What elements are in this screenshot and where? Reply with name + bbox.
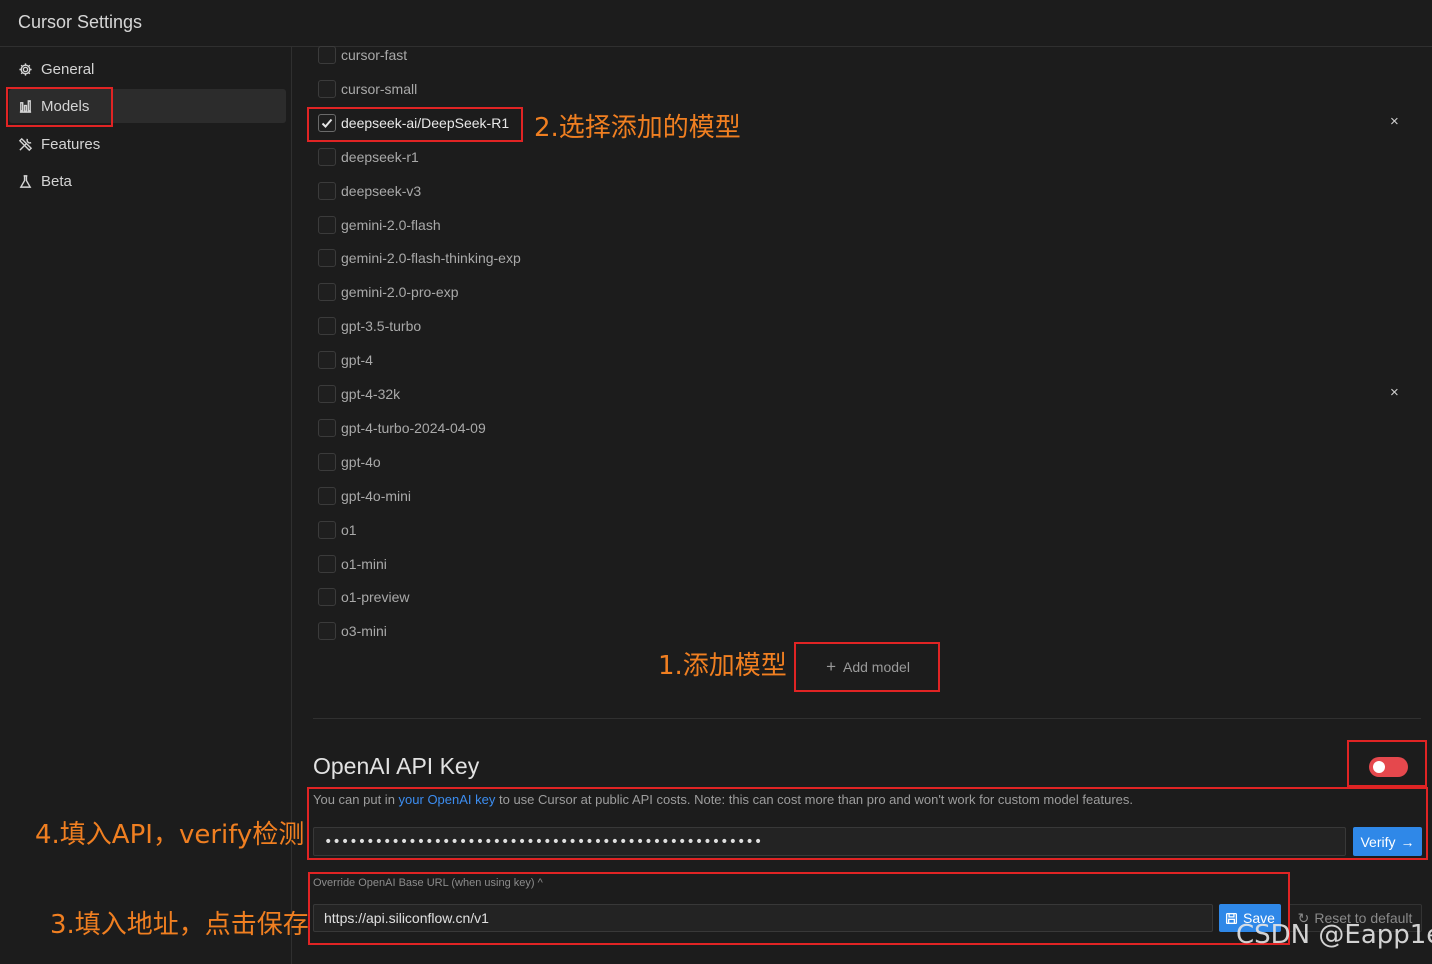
api-key-input[interactable] — [313, 827, 1346, 856]
model-checkbox[interactable] — [318, 452, 336, 471]
model-item[interactable]: deepseek-v3 — [318, 181, 421, 201]
model-item[interactable]: gemini-2.0-flash-thinking-exp — [318, 248, 521, 268]
sidebar-item-label: General — [41, 60, 95, 78]
section-title-openai: OpenAI API Key — [313, 753, 480, 779]
model-checkbox[interactable] — [318, 215, 336, 234]
model-label: deepseek-ai/DeepSeek-R1 — [341, 114, 510, 131]
model-checkbox[interactable] — [318, 79, 336, 98]
model-item[interactable]: gpt-4-turbo-2024-04-09 — [318, 418, 486, 438]
model-item[interactable]: o3-mini — [318, 621, 387, 641]
checkmark-icon — [321, 118, 333, 128]
sidebar-item-models[interactable]: Models — [9, 89, 286, 123]
sidebar-item-beta[interactable]: Beta — [9, 164, 286, 198]
window-title: Cursor Settings — [18, 12, 143, 32]
model-label: gpt-4 — [341, 352, 373, 369]
model-item[interactable]: gpt-4o-mini — [318, 486, 411, 506]
gear-icon — [18, 62, 33, 77]
model-checkbox[interactable] — [318, 385, 336, 403]
model-label: gpt-4o — [341, 453, 381, 470]
description-prefix: You can put in — [313, 792, 399, 807]
model-item[interactable]: gemini-2.0-pro-exp — [318, 282, 459, 302]
add-model-button[interactable]: + Add model — [806, 654, 930, 680]
sidebar-item-label: Models — [41, 97, 90, 115]
watermark: CSDN @Eapp1e — [1236, 920, 1432, 950]
tools-icon — [18, 137, 33, 152]
annotation-step4: 4.填入API，verify检测 — [35, 820, 305, 850]
model-label: gemini-2.0-pro-exp — [341, 284, 459, 301]
model-label: cursor-fast — [341, 47, 408, 63]
model-checkbox[interactable] — [318, 46, 336, 64]
model-label: gpt-4o-mini — [341, 487, 412, 504]
model-label: o1 — [341, 521, 357, 538]
model-label: deepseek-v3 — [341, 182, 422, 199]
model-label: cursor-small — [341, 80, 418, 97]
model-item[interactable]: gemini-2.0-flash — [318, 215, 441, 235]
model-checkbox[interactable] — [318, 283, 336, 302]
model-item[interactable]: o1-preview — [318, 587, 409, 607]
model-checkbox[interactable] — [318, 418, 336, 437]
remove-model-button[interactable]: × — [1390, 113, 1399, 130]
model-checkbox[interactable] — [318, 554, 336, 573]
model-item[interactable]: deepseek-ai/DeepSeek-R1 — [318, 113, 509, 133]
sidebar-item-label: Features — [41, 135, 101, 153]
openai-key-link[interactable]: your OpenAI key — [399, 792, 496, 807]
sidebar-item-label: Beta — [41, 172, 72, 190]
description-suffix: to use Cursor at public API costs. Note:… — [495, 792, 1133, 807]
model-label: gpt-3.5-turbo — [341, 318, 422, 335]
annotation-step2: 2.选择添加的模型 — [534, 113, 741, 143]
bar-chart-icon — [18, 99, 33, 114]
model-checkbox[interactable] — [318, 113, 336, 132]
model-item[interactable]: gpt-4 — [318, 350, 373, 370]
model-checkbox[interactable] — [318, 351, 336, 370]
model-item[interactable]: deepseek-r1 — [318, 147, 419, 167]
model-item[interactable]: o1 — [318, 520, 357, 540]
model-checkbox[interactable] — [318, 622, 336, 641]
divider — [313, 718, 1421, 719]
model-checkbox[interactable] — [318, 317, 336, 336]
model-label: o1-preview — [341, 589, 410, 606]
openai-key-toggle[interactable] — [1369, 757, 1408, 777]
annotation-step3: 3.填入地址，点击保存 — [50, 910, 309, 940]
openai-description: You can put in your OpenAI key to use Cu… — [313, 792, 1133, 807]
model-label: o1-mini — [341, 555, 387, 572]
model-checkbox[interactable] — [318, 147, 336, 166]
flask-icon — [18, 174, 33, 189]
verify-label: Verify — [1360, 833, 1396, 850]
model-label: gemini-2.0-flash — [341, 216, 441, 233]
model-item[interactable]: gpt-4o — [318, 452, 381, 472]
model-item[interactable]: o1-mini — [318, 554, 387, 574]
verify-button[interactable]: Verify → — [1353, 827, 1422, 856]
model-label: gpt-4-32k — [341, 386, 401, 402]
model-checkbox[interactable] — [318, 249, 336, 268]
add-model-label: Add model — [843, 659, 910, 675]
remove-model-button[interactable]: × — [1390, 384, 1399, 401]
model-label: o3-mini — [341, 623, 387, 640]
base-url-label[interactable]: Override OpenAI Base URL (when using key… — [313, 877, 543, 889]
annotation-step1: 1.添加模型 — [658, 651, 787, 681]
toggle-knob — [1373, 761, 1385, 773]
model-checkbox[interactable] — [318, 588, 336, 607]
model-item[interactable]: gpt-3.5-turbo — [318, 316, 421, 336]
arrow-right-icon: → — [1400, 833, 1415, 850]
model-item[interactable]: cursor-small — [318, 79, 417, 99]
model-label: deepseek-r1 — [341, 148, 419, 165]
model-checkbox[interactable] — [318, 520, 336, 539]
plus-icon: + — [826, 657, 836, 676]
model-checkbox[interactable] — [318, 486, 336, 505]
sidebar-item-general[interactable]: General — [9, 52, 286, 86]
title-bar: Cursor Settings — [0, 0, 1432, 47]
model-checkbox[interactable] — [318, 181, 336, 200]
model-item[interactable]: cursor-fast — [318, 45, 407, 65]
sidebar-item-features[interactable]: Features — [9, 127, 286, 161]
model-label: gemini-2.0-flash-thinking-exp — [341, 250, 521, 267]
base-url-input[interactable] — [313, 904, 1213, 932]
model-label: gpt-4-turbo-2024-04-09 — [341, 419, 486, 436]
model-item[interactable]: gpt-4-32k — [318, 384, 400, 404]
